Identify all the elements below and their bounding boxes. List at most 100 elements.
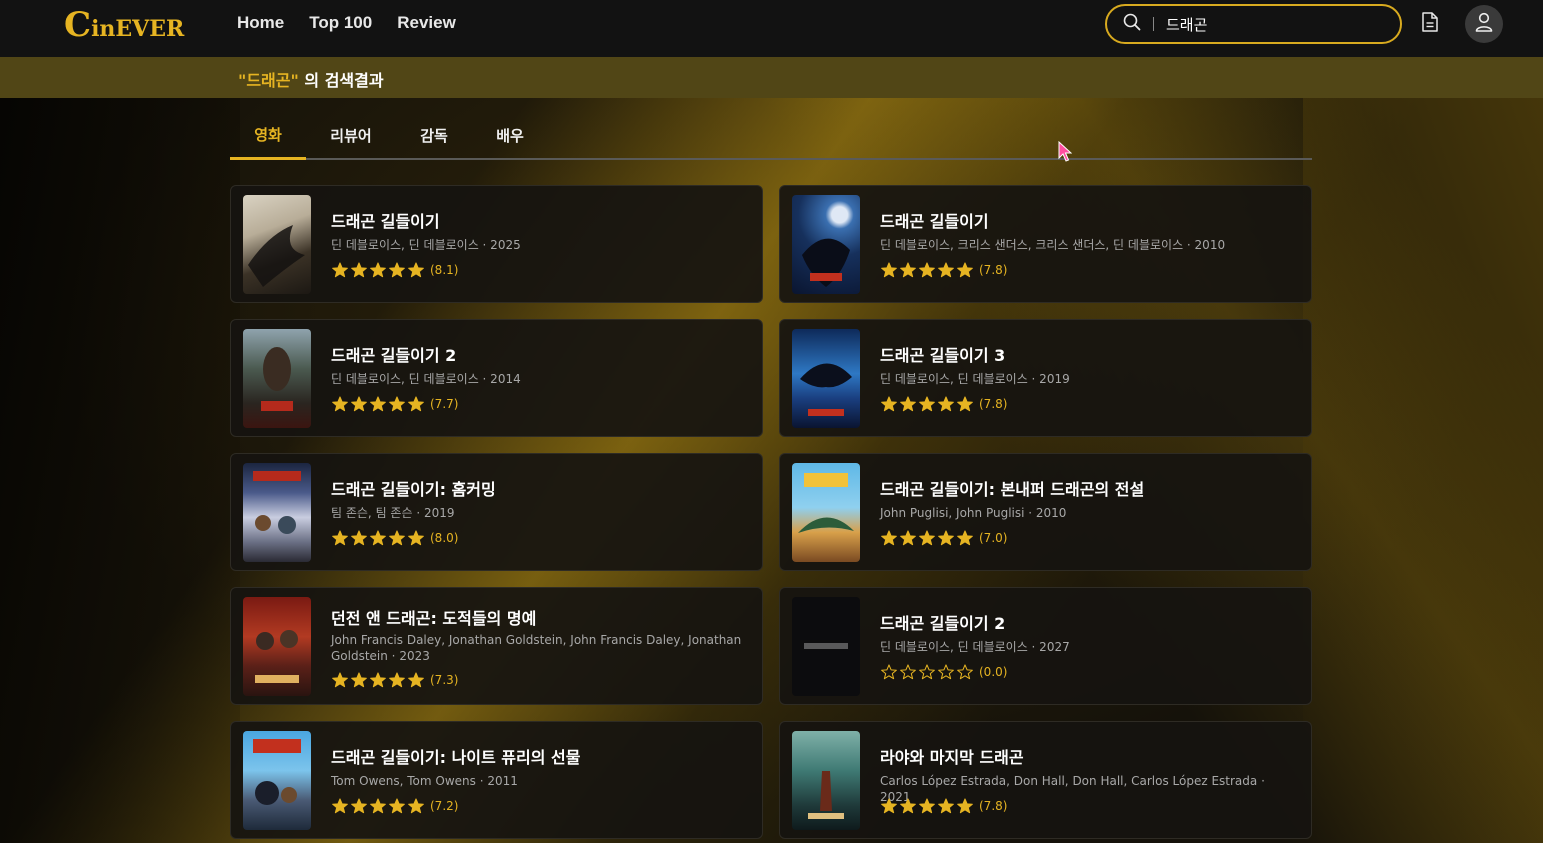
star-filled-icon (938, 396, 954, 412)
movie-card[interactable]: 드래곤 길들이기 3 딘 데블로이스, 딘 데블로이스 · 2019 (7.8) (779, 319, 1312, 437)
movie-rating: (7.2) (331, 798, 458, 814)
star-filled-icon (919, 262, 935, 278)
user-icon (1475, 12, 1493, 36)
rating-score: (7.8) (979, 799, 1008, 813)
movie-poster (792, 597, 860, 696)
movie-meta: Tom Owens, Tom Owens · 2011 (331, 774, 518, 788)
search-keyword: "드래곤" (238, 71, 299, 90)
star-filled-icon (957, 262, 973, 278)
movie-meta: 팀 존슨, 팀 존슨 · 2019 (331, 506, 455, 520)
star-filled-icon (332, 798, 348, 814)
movie-rating: (7.8) (880, 262, 1007, 278)
document-button[interactable] (1418, 12, 1442, 36)
star-filled-icon (900, 396, 916, 412)
movie-meta: 딘 데블로이스, 딘 데블로이스 · 2027 (880, 640, 1070, 654)
star-empty-icon (881, 664, 897, 680)
star-filled-icon (389, 798, 405, 814)
movie-rating: (7.8) (880, 396, 1007, 412)
main-nav: Home Top 100 Review (237, 13, 456, 33)
star-filled-icon (408, 396, 424, 412)
movie-card[interactable]: 드래곤 길들이기 2 딘 데블로이스, 딘 데블로이스 · 2027 (0.0) (779, 587, 1312, 705)
star-filled-icon (881, 530, 897, 546)
star-filled-icon (900, 262, 916, 278)
search-result-bar: "드래곤" 의 검색결과 (0, 57, 1543, 98)
tab-actors[interactable]: 배우 (482, 112, 538, 159)
movie-card[interactable]: 드래곤 길들이기 딘 데블로이스, 딘 데블로이스 · 2025 (8.1) (230, 185, 763, 303)
profile-button[interactable] (1465, 5, 1503, 43)
star-filled-icon (332, 530, 348, 546)
movie-meta: 딘 데블로이스, 딘 데블로이스 · 2014 (331, 372, 521, 386)
star-filled-icon (370, 672, 386, 688)
movie-card[interactable]: 라야와 마지막 드래곤 Carlos López Estrada, Don Ha… (779, 721, 1312, 839)
star-filled-icon (881, 262, 897, 278)
movie-poster (243, 195, 311, 294)
logo-text: inEVER (91, 16, 185, 42)
star-filled-icon (389, 396, 405, 412)
search-input[interactable] (1166, 15, 1366, 33)
search-result-suffix: 의 검색결과 (298, 71, 384, 90)
logo-initial: C (64, 5, 92, 45)
movie-rating: (7.3) (331, 672, 458, 688)
movie-title: 라야와 마지막 드래곤 (880, 748, 1024, 767)
rating-score: (8.0) (430, 531, 459, 545)
movie-card[interactable]: 드래곤 길들이기: 본내퍼 드래곤의 전설 John Puglisi, John… (779, 453, 1312, 571)
movie-title: 드래곤 길들이기 (331, 212, 440, 231)
star-filled-icon (370, 262, 386, 278)
movie-meta: 딘 데블로이스, 딘 데블로이스 · 2025 (331, 238, 521, 252)
star-filled-icon (938, 530, 954, 546)
movie-rating: (7.0) (880, 530, 1007, 546)
nav-top-100[interactable]: Top 100 (309, 13, 372, 33)
star-filled-icon (351, 798, 367, 814)
movie-card[interactable]: 던전 앤 드래곤: 도적들의 명예 John Francis Daley, Jo… (230, 587, 763, 705)
movie-rating: (8.0) (331, 530, 458, 546)
nav-review[interactable]: Review (397, 13, 456, 33)
movie-card[interactable]: 드래곤 길들이기 2 딘 데블로이스, 딘 데블로이스 · 2014 (7.7) (230, 319, 763, 437)
movie-title: 드래곤 길들이기: 홈커밍 (331, 480, 496, 499)
star-filled-icon (938, 262, 954, 278)
movie-meta: 딘 데블로이스, 딘 데블로이스 · 2019 (880, 372, 1070, 386)
star-empty-icon (900, 664, 916, 680)
movie-poster (243, 463, 311, 562)
movie-title: 던전 앤 드래곤: 도적들의 명예 (331, 609, 537, 628)
star-filled-icon (919, 396, 935, 412)
search-box[interactable] (1105, 4, 1402, 44)
star-filled-icon (370, 530, 386, 546)
search-icon[interactable] (1123, 13, 1141, 35)
movie-meta: 딘 데블로이스, 크리스 샌더스, 크리스 샌더스, 딘 데블로이스 · 201… (880, 238, 1226, 252)
star-filled-icon (881, 396, 897, 412)
background-shade-left (0, 60, 240, 843)
star-filled-icon (919, 798, 935, 814)
movie-title: 드래곤 길들이기: 나이트 퓨리의 선물 (331, 748, 581, 767)
movie-poster (792, 329, 860, 428)
tab-directors[interactable]: 감독 (404, 112, 464, 159)
movie-title: 드래곤 길들이기 2 (880, 614, 1006, 633)
movie-poster (243, 597, 311, 696)
cinever-logo[interactable]: C inEVER (64, 8, 184, 42)
rating-score: (7.8) (979, 263, 1008, 277)
rating-score: (7.0) (979, 531, 1008, 545)
movie-card[interactable]: 드래곤 길들이기: 홈커밍 팀 존슨, 팀 존슨 · 2019 (8.0) (230, 453, 763, 571)
star-filled-icon (919, 530, 935, 546)
movie-rating: (0.0) (880, 664, 1007, 680)
star-filled-icon (351, 530, 367, 546)
star-filled-icon (938, 798, 954, 814)
movie-poster (243, 731, 311, 830)
movie-poster (792, 463, 860, 562)
top-navigation-bar: C inEVER Home Top 100 Review (0, 0, 1543, 57)
star-filled-icon (332, 396, 348, 412)
star-filled-icon (957, 530, 973, 546)
movie-rating: (7.8) (880, 798, 1007, 814)
star-filled-icon (351, 672, 367, 688)
movie-card[interactable]: 드래곤 길들이기 딘 데블로이스, 크리스 샌더스, 크리스 샌더스, 딘 데블… (779, 185, 1312, 303)
star-filled-icon (408, 530, 424, 546)
star-filled-icon (351, 396, 367, 412)
movie-card[interactable]: 드래곤 길들이기: 나이트 퓨리의 선물 Tom Owens, Tom Owen… (230, 721, 763, 839)
tab-movies[interactable]: 영화 (230, 112, 306, 160)
star-filled-icon (408, 798, 424, 814)
movie-rating: (8.1) (331, 262, 458, 278)
nav-home[interactable]: Home (237, 13, 284, 33)
background-shade-right (1303, 60, 1543, 843)
tab-reviewers[interactable]: 리뷰어 (318, 112, 384, 159)
movie-title: 드래곤 길들이기 2 (331, 346, 457, 365)
search-divider (1153, 17, 1154, 31)
